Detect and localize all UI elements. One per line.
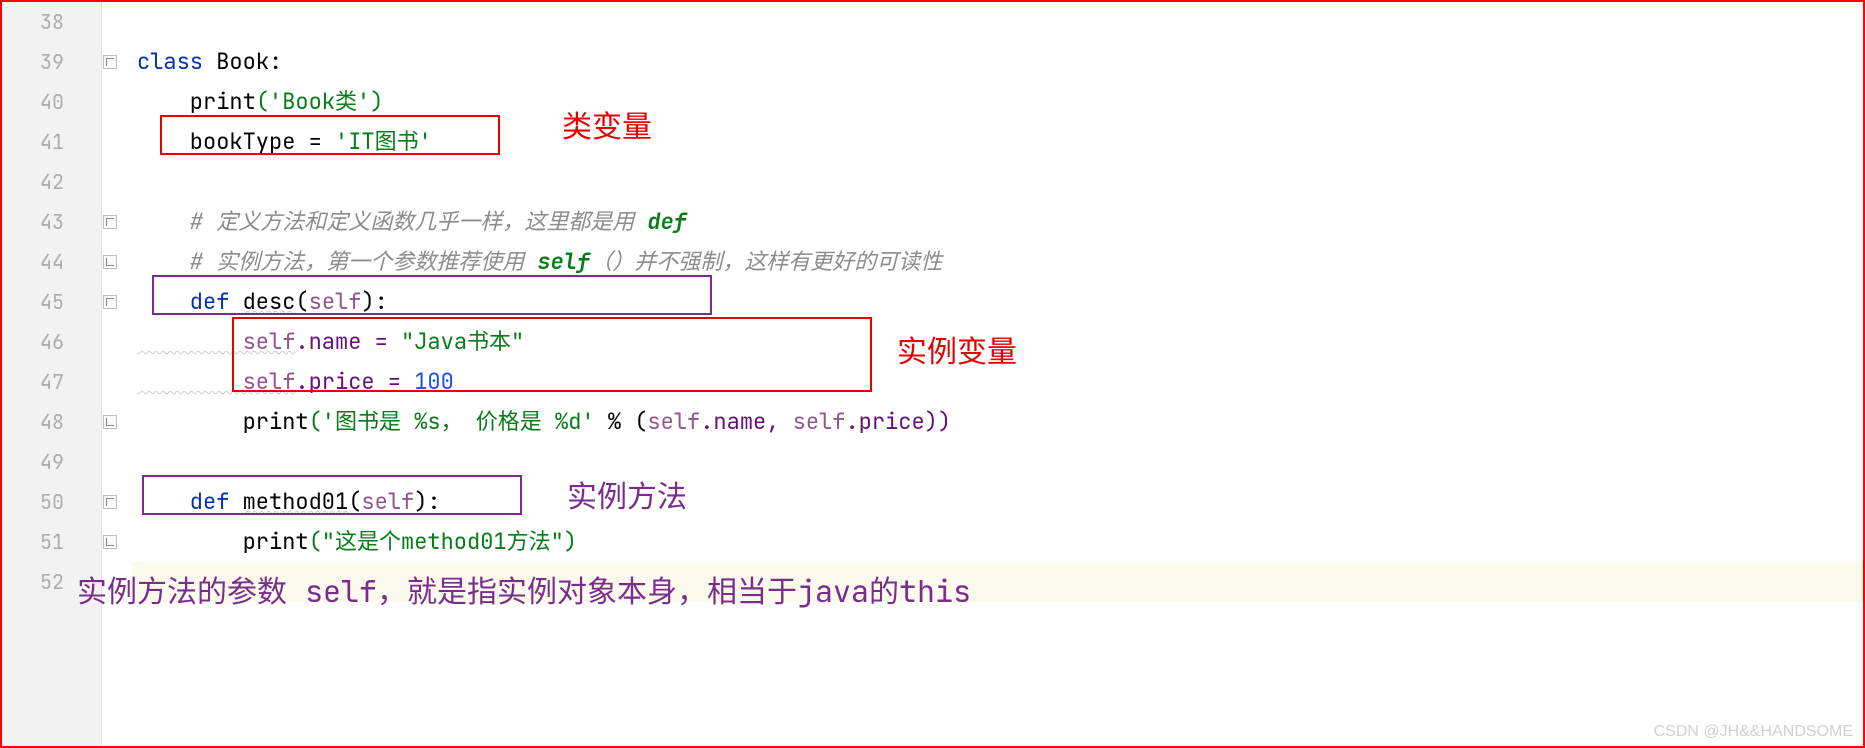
token-self: self (793, 407, 846, 436)
token-self: self (647, 407, 700, 436)
token-attr: .price)) (845, 407, 951, 436)
token-punct: ( (348, 487, 361, 516)
token-attr: .name, (700, 407, 792, 436)
line-number: 51 (2, 522, 64, 562)
token-string: 'IT图书' (335, 127, 432, 156)
code-line: # 实例方法，第一个参数推荐使用 self（）并不强制，这样有更好的可读性 (137, 242, 942, 282)
token-comment-keyword: self (537, 247, 590, 276)
token-self: self (309, 287, 362, 316)
token-self: self (137, 367, 295, 396)
line-number: 45 (2, 282, 64, 322)
code-line: bookType = 'IT图书' (137, 122, 432, 162)
token-string: "Java书本" (401, 327, 524, 356)
token-keyword: def (137, 487, 243, 516)
line-number: 42 (2, 162, 64, 202)
token-fn: print (137, 87, 256, 116)
line-number: 47 (2, 362, 64, 402)
token-punct: ): (361, 287, 387, 316)
token-keyword: def (137, 287, 243, 316)
line-number: 44 (2, 242, 64, 282)
fold-marker-open-icon[interactable] (103, 295, 117, 309)
code-line: def desc(self): (137, 282, 388, 322)
fold-marker-open-icon[interactable] (103, 215, 117, 229)
line-number: 43 (2, 202, 64, 242)
code-line: def method01(self): (137, 482, 441, 522)
line-number: 40 (2, 82, 64, 122)
line-number: 39 (2, 42, 64, 82)
token-comment: # 实例方法，第一个参数推荐使用 (137, 247, 537, 276)
token-attr: .price = (295, 367, 414, 396)
fold-marker-open-icon[interactable] (103, 55, 117, 69)
line-number: 49 (2, 442, 64, 482)
code-line: class Book: (137, 42, 282, 82)
token-text: bookType = (137, 127, 335, 156)
fold-marker-close-icon[interactable] (103, 535, 117, 549)
code-line: print('图书是 %s， 价格是 %d' % (self.name, sel… (137, 402, 951, 442)
token-fn: print (137, 407, 309, 436)
token-comment-keyword: def (647, 207, 687, 236)
token-fn-name: desc (243, 287, 296, 316)
fold-marker-open-icon[interactable] (103, 495, 117, 509)
token-self: self (137, 327, 295, 356)
annotation-self-note: 实例方法的参数 self，就是指实例对象本身，相当于java的this (77, 567, 971, 611)
token-punct: ( (295, 287, 308, 316)
token-punct: % ( (608, 407, 648, 436)
editor-frame: Structure 38 39 40 41 42 43 44 45 46 47 … (0, 0, 1865, 748)
token-string: ('Book类') (256, 87, 384, 116)
code-line: # 定义方法和定义函数几乎一样，这里都是用 def (137, 202, 687, 242)
token-fn-name: method01 (243, 487, 349, 516)
code-line: print('Book类') (137, 82, 383, 122)
code-area[interactable]: class Book: print('Book类') bookType = 'I… (137, 2, 1863, 746)
token-number: 100 (414, 367, 454, 396)
fold-gutter (102, 2, 132, 746)
token-string: ('图书是 %s， 价格是 %d' (309, 407, 608, 436)
token-comment: （）并不强制，这样有更好的可读性 (590, 247, 942, 276)
code-line: self.name = "Java书本" (137, 322, 524, 362)
line-number: 41 (2, 122, 64, 162)
fold-marker-close-icon[interactable] (103, 415, 117, 429)
line-number: 38 (2, 2, 64, 42)
fold-marker-close-icon[interactable] (103, 255, 117, 269)
token-fn: print (137, 527, 309, 556)
token-comment: # 定义方法和定义函数几乎一样，这里都是用 (137, 207, 647, 236)
line-number: 50 (2, 482, 64, 522)
line-number: 48 (2, 402, 64, 442)
code-line: print("这是个method01方法") (137, 522, 577, 562)
token-attr: .name = (295, 327, 401, 356)
code-line: self.price = 100 (137, 362, 454, 402)
token-punct: ): (414, 487, 440, 516)
line-number: 52 (2, 562, 64, 602)
token-string: ("这是个method01方法") (309, 527, 577, 556)
token-self: self (361, 487, 414, 516)
line-number: 46 (2, 322, 64, 362)
watermark: CSDN @JH&&HANDSOME (1654, 723, 1853, 741)
token-classname: Book: (203, 47, 282, 76)
token-keyword: class (137, 47, 203, 76)
